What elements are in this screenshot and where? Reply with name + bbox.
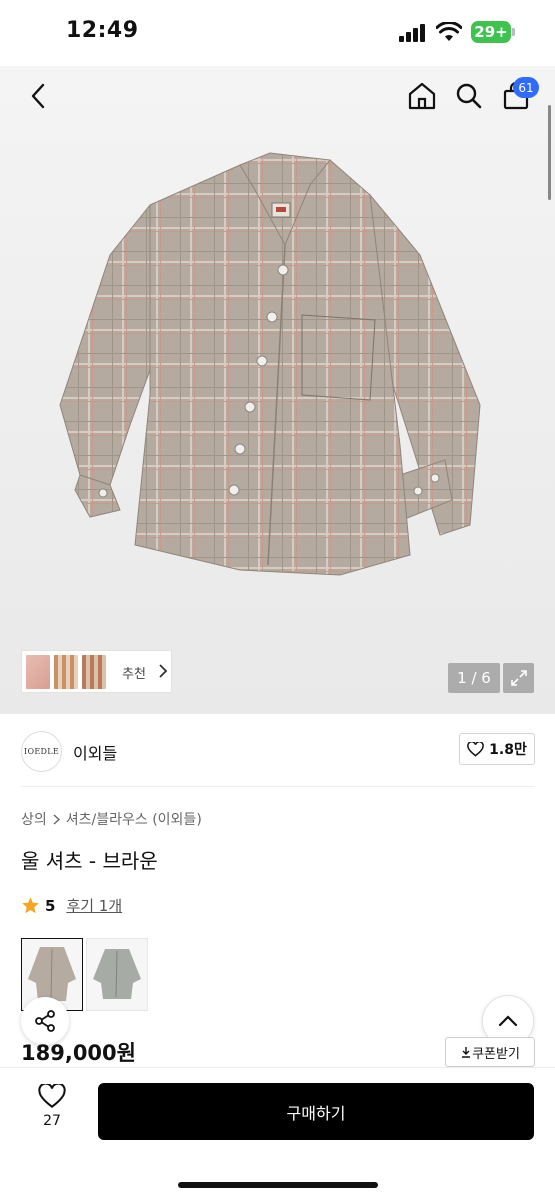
wifi-icon [436,22,462,41]
status-time: 12:49 [66,18,139,43]
rating-score: 5 [45,896,56,915]
download-icon [462,1047,471,1058]
brand-like-button[interactable]: 1.8만 [459,733,535,765]
rating-row: 5 후기 1개 [21,895,122,916]
brand-logo[interactable]: IOEDLE [21,731,62,772]
battery-indicator: 29+ [471,21,515,43]
coupon-label: 쿠폰받기 [472,1046,520,1062]
option-thumb [93,949,141,999]
chevron-up-icon [498,1015,518,1027]
star-icon [22,897,39,914]
back-icon [31,83,45,109]
wishlist-button[interactable]: 27 [24,1084,80,1144]
breadcrumb-item[interactable]: 셔츠/블라우스 (이외들) [66,809,202,829]
cart-count-badge: 61 [513,77,539,98]
related-thumb [54,655,78,689]
scrollbar[interactable] [548,105,551,200]
related-products-button[interactable]: 추천 [21,650,172,693]
chevron-right-icon [53,813,60,825]
expand-icon [510,670,527,686]
related-label: 추천 [122,667,146,682]
expand-button[interactable] [503,663,534,693]
related-thumb [82,655,106,689]
brand-like-count: 1.8만 [489,742,527,758]
reviews-link[interactable]: 후기 1개 [66,895,122,916]
heart-icon [467,741,484,757]
signal-icon [399,24,425,42]
coupon-button[interactable]: 쿠폰받기 [445,1037,535,1067]
home-icon [408,82,436,110]
related-thumb [26,655,50,689]
product-image[interactable] [40,145,510,615]
share-icon [35,1010,55,1032]
chevron-right-icon [159,664,168,678]
image-pager: 1 / 6 [448,663,500,693]
search-button[interactable] [451,78,487,114]
home-button[interactable] [404,78,440,114]
brand-name[interactable]: 이외들 [73,740,117,764]
product-title: 울 셔츠 - 브라운 [21,849,158,873]
back-button[interactable] [20,78,56,114]
heart-icon [38,1084,66,1109]
divider [21,786,535,787]
home-indicator [178,1182,378,1188]
breadcrumb-item[interactable]: 상의 [21,809,47,829]
search-icon [456,83,482,109]
breadcrumb: 상의 셔츠/블라우스 (이외들) [21,809,202,829]
status-bar: 12:49 29+ [0,0,555,66]
buy-button[interactable]: 구매하기 [98,1083,534,1140]
wishlist-count: 27 [43,1113,61,1129]
color-option-grey[interactable] [86,938,148,1011]
product-price: 189,000원 [21,1041,136,1065]
